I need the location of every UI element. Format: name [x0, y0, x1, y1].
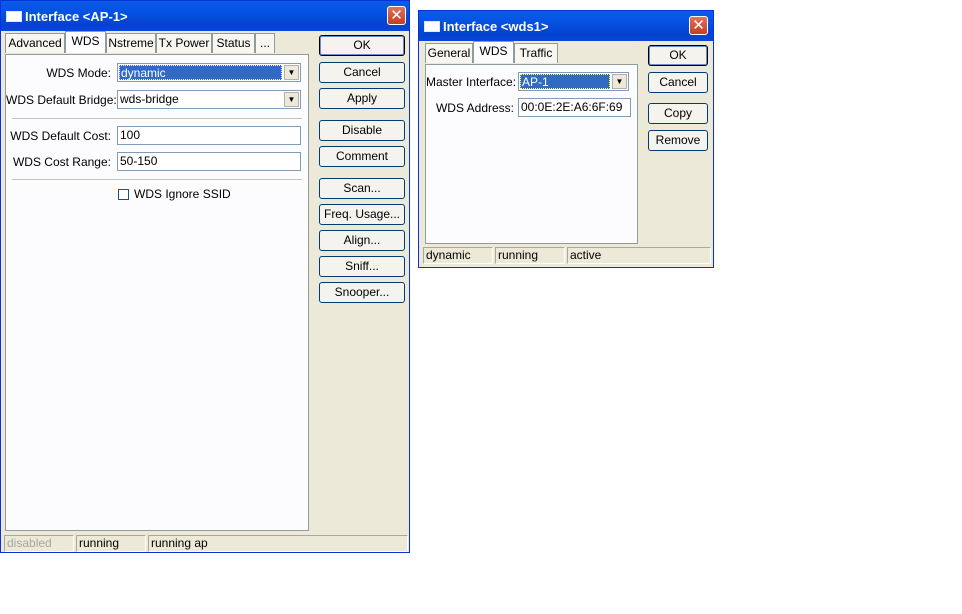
wds-window-titlebar[interactable]: Interface <wds1> ✕ — [419, 11, 713, 41]
cancel-button[interactable]: Cancel — [648, 72, 708, 93]
tab-tx-power[interactable]: Tx Power — [156, 33, 212, 53]
ap-status-bar: disabled running running ap — [4, 535, 408, 552]
status-dynamic: dynamic — [423, 247, 493, 264]
tab-more[interactable]: ... — [255, 33, 275, 53]
freq-usage-button[interactable]: Freq. Usage... — [319, 204, 405, 225]
ap-wds-panel: WDS Mode: dynamic ▼ WDS Default Bridge: … — [5, 54, 309, 531]
tab-traffic[interactable]: Traffic — [514, 43, 558, 63]
wds-mode-value: dynamic — [119, 65, 282, 80]
wds-default-cost-input[interactable]: 100 — [117, 126, 301, 145]
wds-interface-window: Interface <wds1> ✕ General WDS Traffic M… — [418, 10, 714, 268]
master-interface-label: Master Interface: — [426, 75, 517, 89]
wds-default-bridge-select[interactable]: wds-bridge ▼ — [117, 90, 301, 109]
separator — [12, 118, 302, 120]
tab-general[interactable]: General — [425, 43, 473, 63]
ap-window-titlebar[interactable]: Interface <AP-1> ✕ — [1, 1, 409, 31]
tab-nstreme[interactable]: Nstreme — [106, 33, 156, 53]
wds-ignore-ssid-label: WDS Ignore SSID — [134, 187, 231, 201]
wds-mode-select[interactable]: dynamic ▼ — [117, 63, 301, 82]
remove-button[interactable]: Remove — [648, 130, 708, 151]
ok-button[interactable]: OK — [648, 45, 708, 66]
master-interface-value: AP-1 — [520, 74, 610, 89]
wds-address-label: WDS Address: — [435, 101, 514, 115]
wds-mode-label: WDS Mode: — [46, 66, 111, 80]
wds-window-title: Interface <wds1> — [443, 19, 549, 34]
status-running: running — [495, 247, 565, 264]
master-interface-select[interactable]: AP-1 ▼ — [518, 72, 629, 91]
wds-cost-range-input[interactable]: 50-150 — [117, 152, 301, 171]
status-disabled: disabled — [4, 535, 74, 552]
ap-window-title: Interface <AP-1> — [25, 9, 128, 24]
close-icon[interactable]: ✕ — [387, 6, 406, 25]
ap-tab-strip: Advanced WDS Nstreme Tx Power Status ... — [5, 31, 305, 55]
wds-wds-panel: Master Interface: AP-1 ▼ WDS Address: 00… — [425, 64, 638, 244]
wds-tab-strip: General WDS Traffic — [425, 41, 645, 65]
apply-button[interactable]: Apply — [319, 88, 405, 109]
close-icon[interactable]: ✕ — [689, 16, 708, 35]
wds-default-cost-label: WDS Default Cost: — [10, 129, 111, 143]
tab-status[interactable]: Status — [212, 33, 255, 53]
tab-advanced[interactable]: Advanced — [5, 33, 65, 53]
separator — [12, 179, 302, 181]
window-icon — [6, 11, 22, 22]
scan-button[interactable]: Scan... — [319, 178, 405, 199]
disable-button[interactable]: Disable — [319, 120, 405, 141]
window-icon — [424, 21, 440, 32]
wds-default-bridge-label: WDS Default Bridge: — [6, 93, 117, 107]
status-running: running — [76, 535, 146, 552]
status-running-ap: running ap — [148, 535, 408, 552]
wds-ignore-ssid-checkbox[interactable] — [118, 189, 129, 200]
align-button[interactable]: Align... — [319, 230, 405, 251]
chevron-down-icon[interactable]: ▼ — [612, 74, 627, 89]
wds-address-input[interactable]: 00:0E:2E:A6:6F:69 — [518, 98, 631, 117]
chevron-down-icon[interactable]: ▼ — [284, 65, 299, 80]
copy-button[interactable]: Copy — [648, 103, 708, 124]
wds-status-bar: dynamic running active — [423, 247, 711, 264]
sniff-button[interactable]: Sniff... — [319, 256, 405, 277]
ok-button[interactable]: OK — [319, 35, 405, 56]
snooper-button[interactable]: Snooper... — [319, 282, 405, 303]
wds-default-bridge-value: wds-bridge — [120, 92, 179, 106]
status-active: active — [567, 247, 711, 264]
wds-cost-range-label: WDS Cost Range: — [12, 155, 111, 169]
tab-wds[interactable]: WDS — [473, 41, 514, 63]
cancel-button[interactable]: Cancel — [319, 62, 405, 83]
comment-button[interactable]: Comment — [319, 146, 405, 167]
ap-interface-window: Interface <AP-1> ✕ Advanced WDS Nstreme … — [0, 0, 410, 553]
chevron-down-icon[interactable]: ▼ — [284, 92, 299, 107]
tab-wds[interactable]: WDS — [65, 31, 106, 53]
